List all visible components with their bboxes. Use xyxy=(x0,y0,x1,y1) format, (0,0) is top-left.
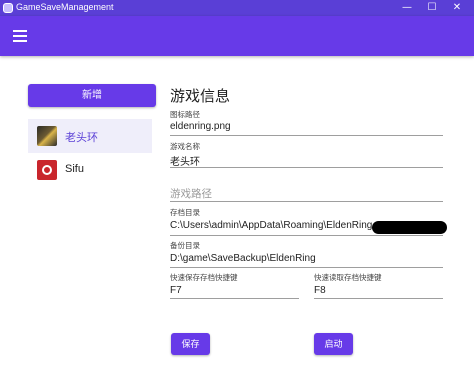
game-list-item-elden-ring[interactable]: 老头环 xyxy=(28,119,152,153)
quick-load-underline xyxy=(314,298,443,299)
app-icon xyxy=(3,3,13,13)
app-bar xyxy=(0,16,474,56)
game-list-item-sifu[interactable]: Sifu xyxy=(28,153,152,187)
icon-path-label: 图标路径 xyxy=(170,110,200,119)
launch-button[interactable]: 启动 xyxy=(314,333,353,355)
backup-dir-label: 备份目录 xyxy=(170,241,200,250)
icon-path-field[interactable]: eldenring.png xyxy=(170,121,231,132)
hamburger-menu-icon[interactable] xyxy=(13,30,27,42)
sifu-thumbnail xyxy=(37,160,57,180)
backup-dir-underline xyxy=(170,267,443,268)
quick-save-label: 快速保存存档快捷键 xyxy=(170,273,238,282)
maximize-button[interactable]: ☐ xyxy=(420,0,444,16)
quick-save-hotkey-field[interactable]: F7 xyxy=(170,285,182,296)
backup-dir-field[interactable]: D:\game\SaveBackup\EldenRing xyxy=(170,253,316,264)
game-name-label: 游戏名称 xyxy=(170,142,200,151)
save-button[interactable]: 保存 xyxy=(171,333,210,355)
window-title: GameSaveManagement xyxy=(16,2,114,12)
game-path-heading: 游戏路径 xyxy=(170,188,212,200)
game-name-underline xyxy=(170,167,443,168)
icon-path-underline xyxy=(170,135,443,136)
save-dir-underline xyxy=(170,235,443,236)
game-path-underline xyxy=(170,201,443,202)
game-name-field[interactable]: 老头环 xyxy=(170,153,200,168)
window-titlebar: GameSaveManagement — ☐ ✕ xyxy=(0,0,474,16)
elden-ring-thumbnail xyxy=(37,126,57,146)
save-dir-label: 存档目录 xyxy=(170,208,200,217)
minimize-button[interactable]: — xyxy=(395,0,419,16)
redaction-mark xyxy=(372,221,447,234)
quick-load-label: 快速读取存档快捷键 xyxy=(314,273,382,282)
game-list-item-label: Sifu xyxy=(65,163,84,175)
save-dir-field[interactable]: C:\Users\admin\AppData\Roaming\EldenRing xyxy=(170,220,372,231)
game-info-heading: 游戏信息 xyxy=(170,88,231,105)
quick-load-hotkey-field[interactable]: F8 xyxy=(314,285,326,296)
game-list-item-label: 老头环 xyxy=(65,132,98,144)
quick-save-underline xyxy=(170,298,299,299)
close-button[interactable]: ✕ xyxy=(445,0,469,16)
add-game-button[interactable]: 新增 xyxy=(28,84,156,107)
